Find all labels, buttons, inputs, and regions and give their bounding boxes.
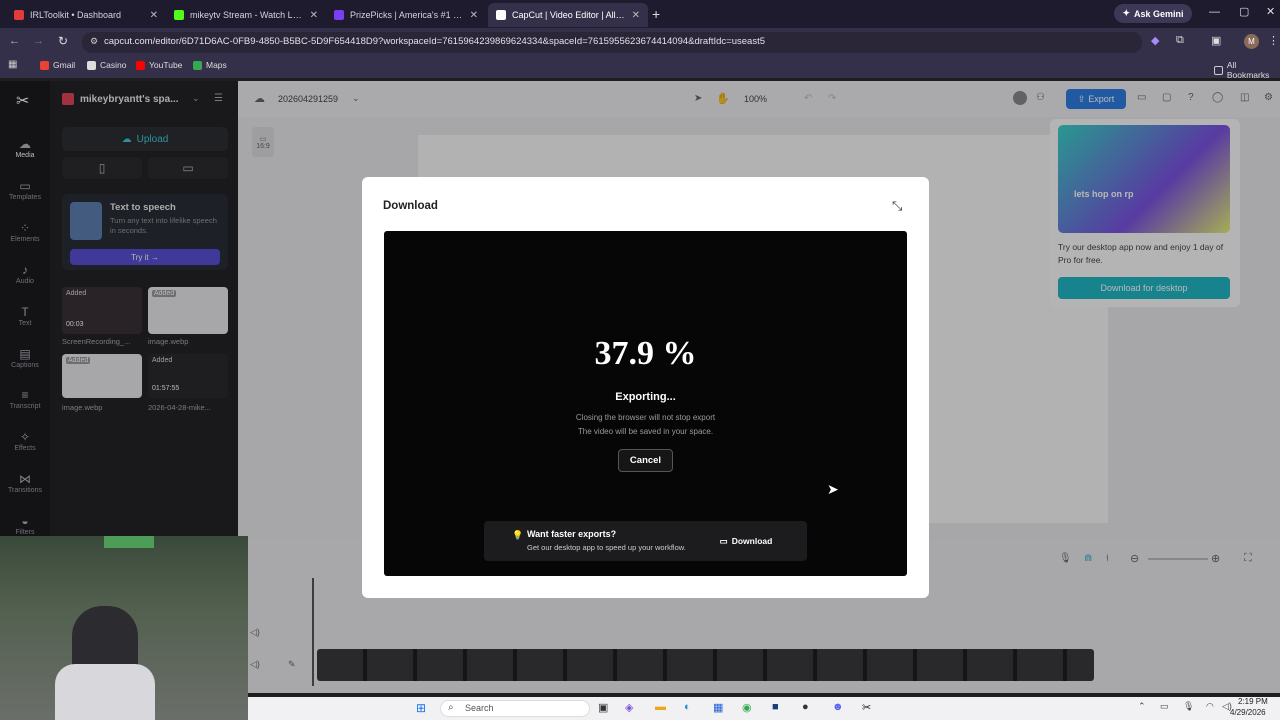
faster-download-label: Download [731,536,773,546]
bookmark-gmail[interactable]: Gmail [40,60,75,70]
copilot-icon[interactable]: ◈ [625,701,633,714]
capcut-favicon-icon [496,10,506,20]
search-icon: ⌕ [448,702,454,713]
windows-start-icon[interactable]: ⊞ [416,701,426,715]
progress-percent: 37.9 % [594,335,697,372]
folder-icon [1214,65,1223,75]
obs-icon[interactable]: ● [802,701,809,713]
youtube-icon [136,60,145,70]
discord-icon[interactable]: ☻ [832,701,844,713]
faster-download-button[interactable]: ▭ Download [716,533,776,549]
puzzle-extensions-icon[interactable]: ⧉ [1176,34,1184,47]
maps-icon [193,60,202,70]
gemini-sparkle-icon: ✦ [1122,8,1130,18]
minimize-dialog-icon[interactable]: ⤡ [892,198,902,214]
desktop-icon: ▭ [719,535,728,546]
close-tab-icon[interactable]: ✕ [310,10,318,21]
apps-grid-icon[interactable]: ▦ [8,59,17,70]
export-note-2: The video will be saved in your space. [577,427,714,436]
bookmark-youtube[interactable]: YouTube [136,60,182,70]
mouse-cursor-icon: ➤ [827,481,839,497]
dialog-title: Download [383,200,438,212]
faster-exports-banner: 💡 Want faster exports? Get our desktop a… [484,521,807,561]
bookmark-label: YouTube [149,60,183,70]
taskbar-search[interactable]: ⌕ Search [440,700,590,717]
wifi-icon[interactable]: ◠ [1206,701,1214,712]
tab-label: mikeytv Stream - Watch Live on [190,10,304,20]
tab-capcut[interactable]: CapCut | Video Editor | All-In-O ✕ [488,3,648,27]
new-tab-button[interactable]: + [652,6,660,22]
close-tab-icon[interactable]: ✕ [470,10,478,21]
bookmark-maps[interactable]: Maps [193,60,227,70]
photoshop-icon[interactable]: ■ [772,701,779,713]
lightbulb-icon: 💡 [512,530,524,540]
windows-taskbar: ⊞ ⌕ Search ▣ ◈ ▬ ◐ ▦ ◉ ■ ● ☻ ✂ ⌃ ▭ 🎙 ◠ ◁… [248,697,1280,720]
clock-time[interactable]: 2:19 PM [1238,697,1268,706]
bookmarks-bar: ▦ Gmail Casino YouTube Maps All Bookmark… [0,56,1280,80]
chrome-icon[interactable]: ◉ [742,701,752,714]
casino-icon [87,60,96,70]
tab-prizepicks[interactable]: PrizePicks | America's #1 Fanta ✕ [326,3,486,27]
export-status: Exporting... [615,391,676,403]
reload-icon[interactable]: ↻ [58,34,68,48]
microphone-tray-icon[interactable]: 🎙 [1183,701,1194,712]
tab-kick[interactable]: mikeytv Stream - Watch Live on ✕ [166,3,326,27]
all-bookmarks-label: All Bookmarks [1226,60,1270,80]
webcam-overlay [0,536,248,720]
profile-avatar[interactable]: M [1244,34,1259,49]
all-bookmarks[interactable]: All Bookmarks [1214,60,1280,80]
tab-irltoolkit[interactable]: IRLToolkit • Dashboard ✕ [6,3,166,27]
task-view-icon[interactable]: ▣ [598,701,608,714]
url-field[interactable]: capcut.com/editor/6D71D6AC-0FB9-4850-B5B… [82,32,1142,53]
search-label: Search [465,703,494,713]
minimize-icon[interactable]: — [1209,6,1220,18]
edge-icon[interactable]: ◐ [684,701,691,713]
store-icon[interactable]: ▦ [713,701,723,714]
tray-chevron-icon[interactable]: ⌃ [1138,701,1146,712]
ask-gemini-label: Ask Gemini [1134,8,1184,19]
faster-exports-description: Get our desktop app to speed up your wor… [527,543,686,552]
more-menu-icon[interactable]: ⋮ [1268,34,1279,47]
back-arrow-icon[interactable]: ← [9,35,20,47]
export-progress-panel: 37.9 % Exporting... Closing the browser … [384,231,907,576]
green-light [104,536,154,548]
close-window-icon[interactable]: ✕ [1266,5,1275,18]
site-info-icon[interactable]: ⚙ [90,36,98,47]
maximize-icon[interactable]: ▢ [1239,5,1249,18]
ask-gemini-button[interactable]: ✦ Ask Gemini [1114,4,1192,23]
bookmark-label: Casino [100,60,127,70]
export-note-1: Closing the browser will not stop export [575,413,716,422]
irltoolkit-favicon-icon [14,10,24,20]
bookmark-label: Maps [206,60,227,70]
close-tab-icon[interactable]: ✕ [150,10,158,21]
browser-tab-bar: IRLToolkit • Dashboard ✕ mikeytv Stream … [0,0,1280,28]
faster-exports-title: Want faster exports? [527,529,617,539]
tray-app-icon[interactable]: ▭ [1160,701,1169,712]
side-panel-icon[interactable]: ▣ [1211,34,1221,47]
clock-date[interactable]: 4/29/2026 [1230,708,1266,717]
person-body [55,664,155,720]
cancel-export-button[interactable]: Cancel [618,449,673,472]
capcut-taskbar-icon[interactable]: ✂ [862,701,871,714]
file-explorer-icon[interactable]: ▬ [655,701,666,713]
prizepicks-favicon-icon [334,10,344,20]
bookmark-casino[interactable]: Casino [87,60,126,70]
gmail-icon [40,60,49,70]
tab-label: PrizePicks | America's #1 Fanta [350,10,464,20]
tab-label: IRLToolkit • Dashboard [30,10,122,20]
extension-icon[interactable]: ◆ [1151,34,1159,47]
bookmark-label: Gmail [53,60,76,70]
forward-arrow-icon[interactable]: → [33,35,44,47]
tab-label: CapCut | Video Editor | All-In-O [512,10,626,20]
kick-favicon-icon [174,10,184,20]
close-tab-icon[interactable]: ✕ [632,10,640,21]
